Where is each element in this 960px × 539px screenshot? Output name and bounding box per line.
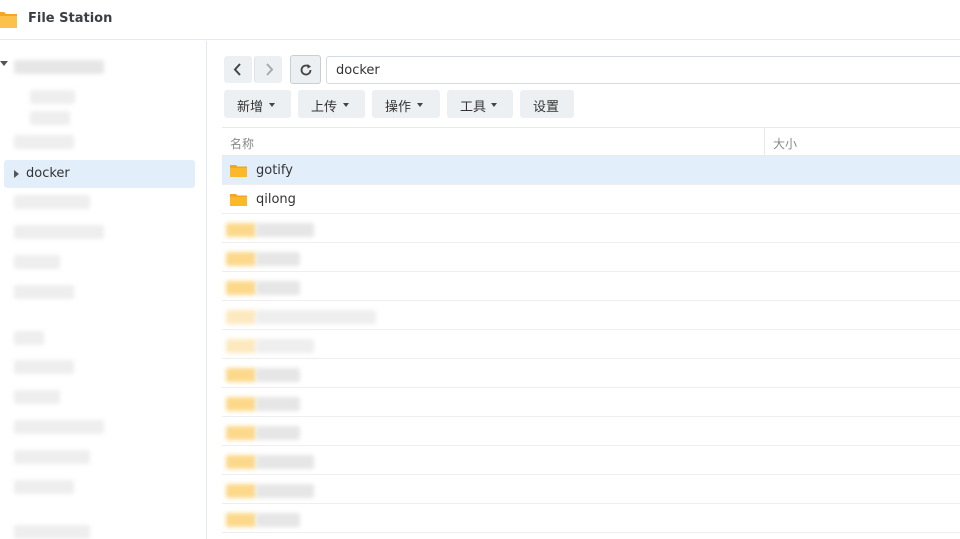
- action-button[interactable]: 操作: [372, 90, 440, 118]
- tree-item-label: docker: [26, 166, 70, 181]
- tree-item-redacted[interactable]: [14, 135, 74, 149]
- file-name-redacted: [256, 513, 300, 527]
- forward-button[interactable]: [254, 56, 282, 83]
- title-bar: File Station: [0, 0, 960, 40]
- collapse-arrow-icon[interactable]: [14, 170, 19, 178]
- file-row-redacted[interactable]: [222, 243, 960, 272]
- file-row-redacted[interactable]: [222, 475, 960, 504]
- folder-tree[interactable]: docker: [0, 41, 207, 539]
- file-station-icon: [0, 12, 17, 28]
- tree-item-redacted[interactable]: [30, 90, 75, 104]
- tree-item-redacted[interactable]: [14, 255, 60, 269]
- back-button[interactable]: [224, 56, 252, 83]
- folder-icon: [230, 165, 247, 177]
- tree-item-redacted[interactable]: [14, 420, 104, 434]
- folder-icon: [226, 368, 256, 382]
- caret-down-icon: [269, 103, 275, 107]
- tree-item-redacted[interactable]: [14, 390, 60, 404]
- file-name-redacted: [256, 484, 314, 498]
- file-name-redacted: [256, 223, 314, 237]
- path-text: docker: [336, 63, 380, 78]
- create-button[interactable]: 新增: [224, 90, 291, 118]
- upload-button[interactable]: 上传: [298, 90, 365, 118]
- tree-item-redacted[interactable]: [14, 360, 74, 374]
- folder-icon: [226, 223, 256, 237]
- folder-icon: [230, 194, 247, 206]
- column-header-size[interactable]: 大小: [773, 135, 797, 152]
- file-name-redacted: [256, 397, 300, 411]
- tools-label: 工具: [460, 100, 487, 115]
- app-title: File Station: [28, 11, 113, 26]
- file-name-redacted: [256, 426, 300, 440]
- settings-button[interactable]: 设置: [520, 90, 574, 118]
- create-label: 新增: [237, 100, 264, 115]
- folder-icon: [226, 252, 256, 266]
- chevron-left-icon: [233, 63, 241, 76]
- caret-down-icon: [417, 103, 423, 107]
- tree-item-redacted[interactable]: [14, 450, 90, 464]
- file-row-redacted[interactable]: [222, 272, 960, 301]
- tree-item-redacted[interactable]: [14, 525, 90, 539]
- tree-item-redacted[interactable]: [14, 60, 104, 74]
- file-name: qilong: [256, 192, 296, 207]
- refresh-button[interactable]: [290, 55, 321, 84]
- file-row-redacted[interactable]: [222, 417, 960, 446]
- folder-icon: [226, 339, 256, 353]
- column-header-name[interactable]: 名称: [230, 135, 254, 152]
- file-name-redacted: [256, 368, 300, 382]
- folder-icon: [226, 484, 256, 498]
- file-row-redacted[interactable]: [222, 330, 960, 359]
- expand-icon[interactable]: [0, 61, 8, 66]
- file-row-redacted[interactable]: [222, 446, 960, 475]
- folder-icon: [226, 397, 256, 411]
- file-name-redacted: [256, 339, 314, 353]
- file-name-redacted: [256, 281, 300, 295]
- file-row-redacted[interactable]: [222, 504, 960, 533]
- refresh-icon: [300, 64, 312, 76]
- column-divider[interactable]: [764, 128, 765, 156]
- file-row-redacted[interactable]: [222, 214, 960, 243]
- tree-item-redacted[interactable]: [14, 225, 104, 239]
- file-row-redacted[interactable]: [222, 388, 960, 417]
- tree-item-redacted[interactable]: [14, 480, 74, 494]
- caret-down-icon: [343, 103, 349, 107]
- chevron-right-icon: [266, 63, 274, 76]
- file-row-redacted[interactable]: [222, 301, 960, 330]
- tree-item-redacted[interactable]: [30, 111, 70, 125]
- folder-icon: [226, 310, 256, 324]
- settings-label: 设置: [533, 100, 560, 115]
- tree-item-docker[interactable]: docker: [4, 160, 195, 188]
- list-header: 名称 大小: [222, 127, 960, 156]
- action-label: 操作: [385, 100, 412, 115]
- folder-icon: [226, 455, 256, 469]
- tree-item-redacted[interactable]: [14, 331, 44, 345]
- folder-icon: [226, 426, 256, 440]
- file-name-redacted: [256, 310, 376, 324]
- caret-down-icon: [491, 103, 497, 107]
- file-name-redacted: [256, 455, 314, 469]
- tools-button[interactable]: 工具: [447, 90, 513, 118]
- file-row[interactable]: gotify: [222, 156, 960, 185]
- file-name-redacted: [256, 252, 300, 266]
- path-bar[interactable]: docker: [326, 56, 960, 84]
- folder-icon: [226, 513, 256, 527]
- upload-label: 上传: [311, 100, 338, 115]
- tree-item-redacted[interactable]: [14, 285, 74, 299]
- tree-item-redacted[interactable]: [14, 195, 90, 209]
- folder-icon: [226, 281, 256, 295]
- file-row-redacted[interactable]: [222, 359, 960, 388]
- file-row[interactable]: qilong: [222, 185, 960, 214]
- file-name: gotify: [256, 163, 293, 178]
